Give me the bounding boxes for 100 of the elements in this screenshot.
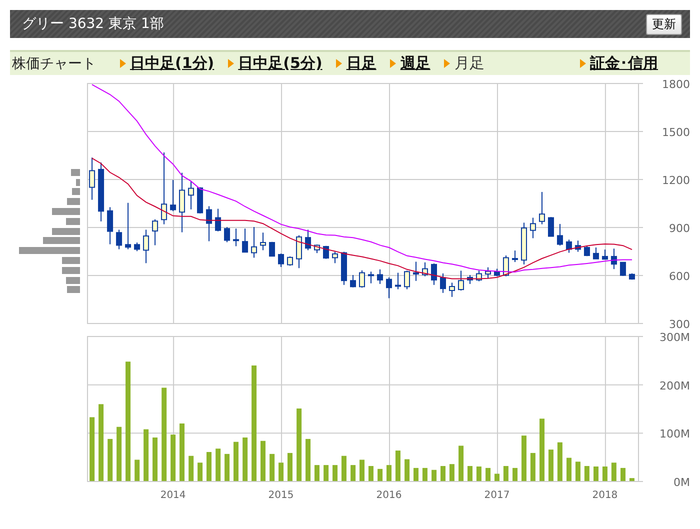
refresh-button[interactable]: 更新 — [646, 14, 682, 34]
volume-bar — [629, 478, 634, 481]
volume-bar — [584, 466, 590, 481]
volume-bar — [458, 446, 464, 481]
candlestick — [323, 245, 329, 260]
candlestick — [386, 276, 392, 299]
candlestick — [512, 250, 518, 263]
volume-bar — [404, 459, 410, 481]
candlestick — [224, 226, 230, 243]
chart-tab[interactable]: 月足 — [454, 54, 484, 73]
volume-bar — [602, 466, 608, 481]
candlestick — [548, 216, 554, 237]
candlestick — [556, 223, 563, 246]
candlestick — [628, 272, 635, 280]
volume-bar — [198, 462, 203, 481]
axis-label: 2014 — [160, 490, 186, 501]
candlestick — [152, 218, 158, 246]
candlestick — [467, 274, 473, 284]
volume-bar — [566, 458, 572, 481]
candlestick — [350, 274, 356, 288]
candlestick — [592, 246, 599, 260]
volume-bar — [242, 438, 248, 481]
axis-label: 900 — [669, 222, 690, 235]
volume-bar — [170, 434, 176, 481]
candlestick — [188, 180, 194, 210]
chart-tab[interactable]: 日足 — [346, 54, 376, 73]
axis-label: 100M — [660, 428, 690, 441]
volume-bar — [188, 456, 194, 481]
candlestick — [413, 261, 419, 282]
section-heading: 株価チャート — [12, 54, 96, 72]
triangle-icon — [444, 59, 450, 68]
volume-bar — [116, 426, 122, 481]
triangle-icon — [228, 59, 234, 68]
volume-bar — [512, 468, 518, 481]
volume-bar — [611, 462, 616, 481]
candlestick — [269, 241, 276, 257]
volume-bar — [503, 466, 508, 481]
candlestick — [494, 268, 500, 277]
candlestick — [377, 268, 383, 284]
volume-bar — [270, 454, 275, 481]
candlestick — [368, 271, 374, 284]
candlestick — [476, 270, 482, 282]
candlestick — [485, 266, 491, 279]
candlestick — [584, 245, 590, 257]
chart-tab[interactable]: 日中足(1分) — [130, 54, 214, 73]
axis-label: 1800 — [662, 78, 690, 91]
volume-bar — [108, 438, 113, 481]
candlestick — [251, 226, 258, 258]
candlestick — [449, 282, 455, 298]
candlestick — [431, 262, 437, 286]
candlestick — [170, 179, 176, 212]
candlestick — [278, 253, 284, 268]
chart-tab[interactable]: 日中足(5分) — [238, 54, 322, 73]
candlestick — [215, 208, 222, 232]
volume-bar — [530, 452, 536, 481]
volume-bar — [378, 468, 383, 481]
triangle-icon — [120, 59, 126, 68]
candlestick — [314, 244, 320, 254]
volume-bar — [449, 464, 454, 481]
candlestick — [296, 234, 302, 269]
volume-bar — [548, 450, 554, 481]
candlestick — [538, 191, 545, 225]
volume-bar — [422, 468, 428, 481]
volume-bar — [386, 465, 392, 481]
candlestick — [359, 270, 365, 288]
axis-label: 0M — [674, 476, 690, 489]
candlestick — [620, 262, 626, 276]
volume-bar — [360, 460, 365, 481]
volume-bar — [432, 470, 437, 481]
volume-bar — [216, 448, 221, 481]
volume-bar — [234, 442, 238, 481]
candlestick — [242, 228, 248, 253]
candlestick — [341, 251, 347, 286]
axis-label: 200M — [660, 379, 690, 392]
volume-bar — [350, 465, 356, 481]
volume-bar — [395, 450, 400, 481]
volume-bar — [368, 466, 374, 481]
volume-bar — [134, 460, 140, 481]
volume-bar — [152, 438, 158, 481]
volume-bar — [468, 466, 472, 481]
volume-bar — [180, 423, 185, 481]
candlestick — [179, 172, 186, 233]
chart-tab[interactable]: 証金･信用 — [590, 54, 658, 73]
volume-bar — [90, 417, 95, 481]
candlestick — [233, 228, 240, 247]
volume-bar — [288, 452, 292, 481]
volume-bar — [620, 468, 626, 481]
candlestick — [458, 270, 464, 292]
volume-bar — [476, 466, 482, 481]
candlestick — [422, 262, 428, 277]
candlestick — [107, 206, 114, 245]
axis-label: 2016 — [376, 490, 402, 501]
chart-tab[interactable]: 週足 — [400, 54, 430, 73]
volume-bar — [314, 465, 320, 481]
axis-label: 300M — [660, 331, 690, 344]
triangle-icon — [390, 59, 396, 68]
candlestick — [566, 239, 572, 254]
candlestick — [404, 270, 410, 290]
candlestick — [206, 206, 212, 242]
volume-bar — [557, 442, 562, 481]
